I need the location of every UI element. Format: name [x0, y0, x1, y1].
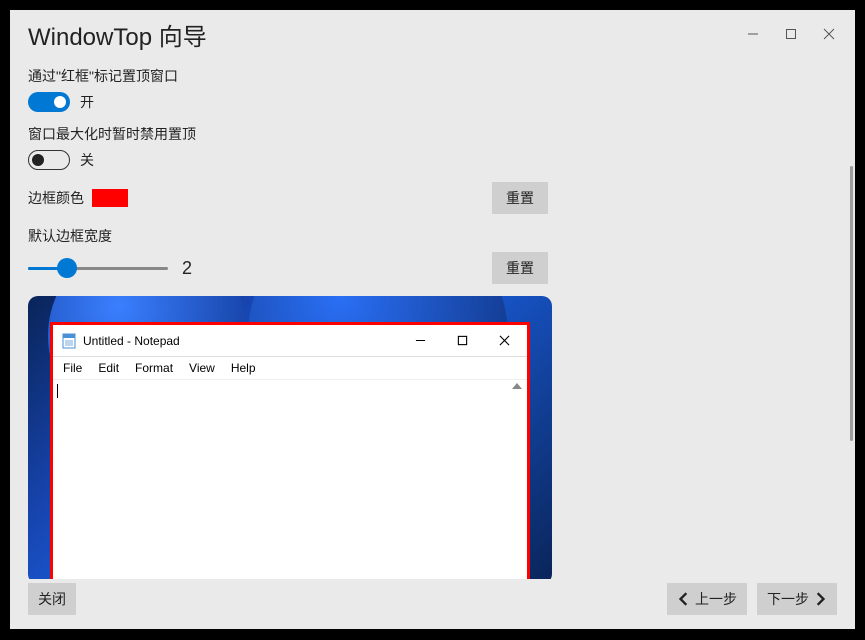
border-width-value: 2 [182, 258, 192, 279]
chevron-left-icon [677, 592, 691, 606]
toggle-state-label: 开 [80, 92, 94, 112]
slider-thumb[interactable] [57, 258, 77, 278]
window-title: WindowTop 向导 [28, 17, 745, 52]
close-button[interactable] [821, 26, 837, 42]
menu-item-edit: Edit [98, 361, 119, 375]
setting-label: 窗口最大化时暂时禁用置顶 [28, 124, 837, 144]
preview-notepad-titlebar: Untitled - Notepad [53, 325, 527, 357]
wizard-window: WindowTop 向导 通过"红框"标记置顶窗口 开 窗口最大化时 [10, 10, 855, 629]
setting-border-width: 默认边框宽度 2 重置 [28, 226, 837, 284]
toggle-disable-on-maximize[interactable] [28, 150, 70, 170]
preview-minimize-icon [399, 327, 441, 355]
reset-border-width-button[interactable]: 重置 [492, 252, 548, 284]
prev-button[interactable]: 上一步 [667, 583, 747, 615]
preview-notepad-menubar: File Edit Format View Help [53, 357, 527, 379]
border-width-slider[interactable] [28, 258, 168, 278]
chevron-right-icon [813, 592, 827, 606]
footer: 关闭 上一步 下一步 [10, 579, 855, 629]
toggle-mark-red-border[interactable] [28, 92, 70, 112]
setting-border-color: 边框颜色 重置 [28, 182, 548, 214]
next-button[interactable]: 下一步 [757, 583, 837, 615]
scroll-up-icon [512, 383, 522, 389]
preview-notepad-title: Untitled - Notepad [83, 334, 399, 348]
content-area: 通过"红框"标记置顶窗口 开 窗口最大化时暂时禁用置顶 关 边框颜色 [10, 58, 855, 579]
setting-label: 默认边框宽度 [28, 226, 837, 246]
toggle-state-label: 关 [80, 150, 94, 170]
preview-notepad-window: Untitled - Notepad File [50, 322, 530, 579]
preview-maximize-icon [441, 327, 483, 355]
border-color-swatch[interactable] [92, 189, 128, 207]
next-label: 下一步 [767, 589, 809, 609]
notepad-icon [61, 333, 77, 349]
text-cursor [57, 384, 58, 398]
minimize-button[interactable] [745, 26, 761, 42]
menu-item-help: Help [231, 361, 256, 375]
titlebar-controls [745, 26, 841, 42]
prev-label: 上一步 [695, 589, 737, 609]
maximize-button[interactable] [783, 26, 799, 42]
titlebar: WindowTop 向导 [10, 10, 855, 58]
setting-label: 通过"红框"标记置顶窗口 [28, 66, 837, 86]
preview-close-icon [483, 327, 525, 355]
reset-border-color-button[interactable]: 重置 [492, 182, 548, 214]
setting-mark-red-border: 通过"红框"标记置顶窗口 开 [28, 66, 837, 112]
menu-item-view: View [189, 361, 215, 375]
setting-label: 边框颜色 [28, 188, 84, 208]
menu-item-file: File [63, 361, 82, 375]
close-wizard-button[interactable]: 关闭 [28, 583, 76, 615]
preview-notepad-body [53, 379, 527, 579]
preview-area: Untitled - Notepad File [28, 296, 552, 579]
setting-disable-on-maximize: 窗口最大化时暂时禁用置顶 关 [28, 124, 837, 170]
scrollbar[interactable] [850, 166, 853, 441]
menu-item-format: Format [135, 361, 173, 375]
